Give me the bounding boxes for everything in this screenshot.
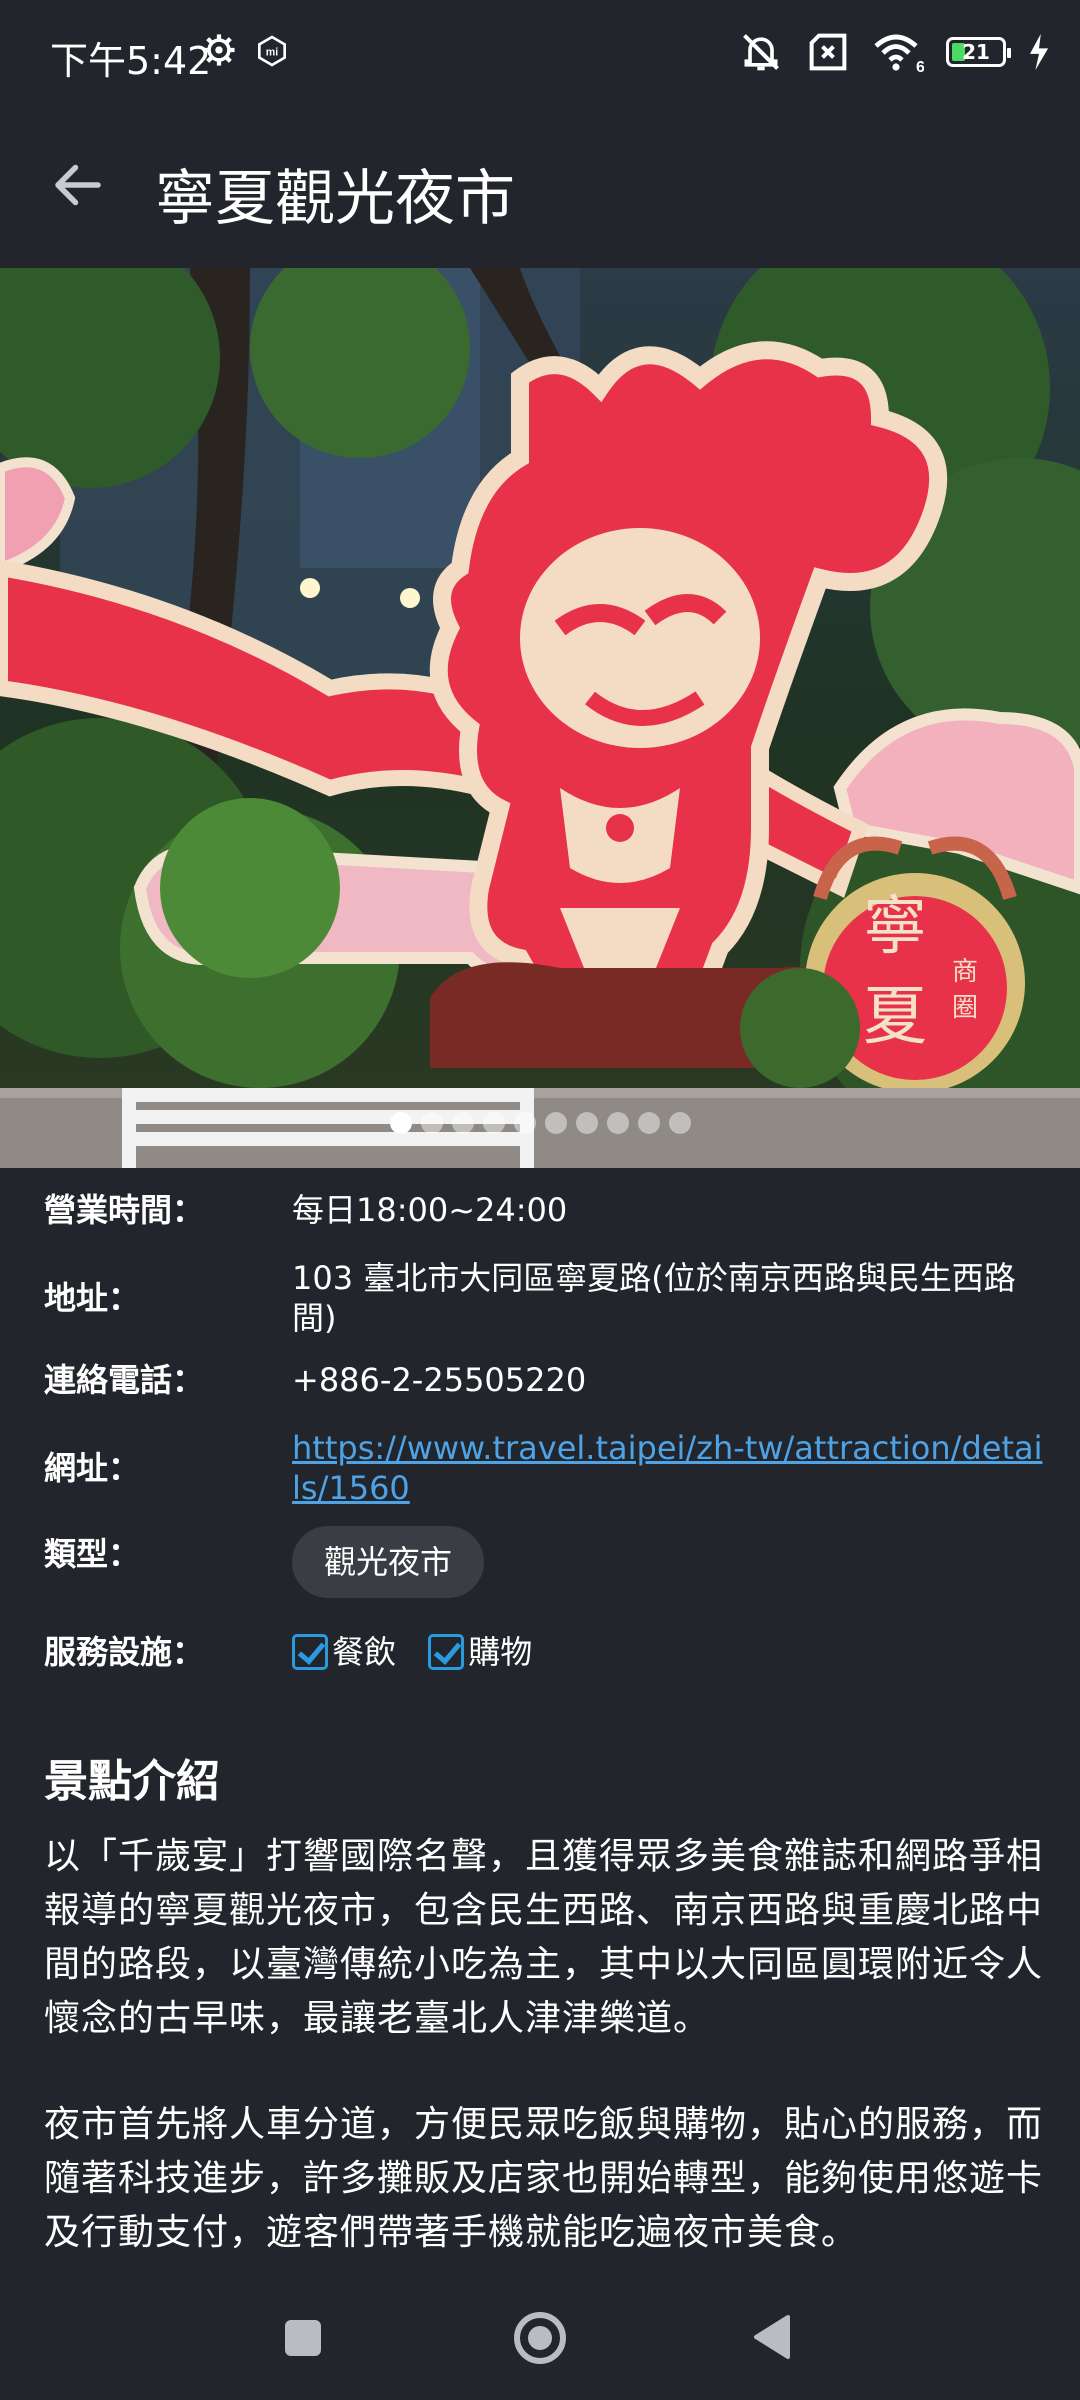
carousel-dot[interactable] bbox=[606, 1112, 629, 1134]
battery-level: 21 bbox=[962, 40, 990, 64]
hours-value: 每日18:00~24:00 bbox=[292, 1191, 568, 1229]
type-chip[interactable]: 觀光夜市 bbox=[292, 1526, 485, 1598]
address-label: 地址： bbox=[44, 1279, 141, 1317]
type-row: 類型： 觀光夜市 bbox=[44, 1526, 1044, 1598]
svg-text:6: 6 bbox=[916, 59, 924, 74]
phone-row: 連絡電話： +886-2-25505220 bbox=[44, 1360, 1044, 1400]
carousel-indicator bbox=[0, 1112, 1080, 1134]
phone-value[interactable]: +886-2-25505220 bbox=[292, 1360, 1044, 1400]
carousel-dot[interactable] bbox=[575, 1112, 598, 1134]
sign-character-1: 寧 bbox=[863, 890, 927, 964]
back-triangle-icon[interactable] bbox=[752, 2312, 792, 2362]
phone-label: 連絡電話： bbox=[44, 1361, 205, 1399]
service-shopping-label: 購物 bbox=[468, 1633, 533, 1671]
address-value[interactable]: 103 臺北市大同區寧夏路(位於南京西路與民生西路間) bbox=[292, 1258, 1044, 1338]
type-label: 類型： bbox=[44, 1535, 141, 1573]
carousel-dot[interactable] bbox=[513, 1112, 536, 1134]
intro-paragraph-1: 以「千歲宴」打響國際名聲，且獲得眾多美食雜誌和網路爭相報導的寧夏觀光夜市，包含民… bbox=[44, 1836, 1044, 2039]
recent-apps-button[interactable] bbox=[285, 2320, 321, 2356]
service-dining-checkbox[interactable]: 餐飲 bbox=[292, 1632, 396, 1672]
services-label: 服務設施： bbox=[44, 1633, 205, 1671]
status-bar: 下午5:42 mi 6 bbox=[0, 0, 1080, 108]
attraction-info: 營業時間： 每日18:00~24:00 地址： 103 臺北市大同區寧夏路(位於… bbox=[44, 1190, 1044, 1707]
sign-character-4: 圈 bbox=[952, 993, 978, 1023]
services-row: 服務設施： 餐飲 購物 bbox=[44, 1632, 1044, 1679]
charging-icon bbox=[1029, 33, 1049, 71]
url-label: 網址： bbox=[44, 1449, 141, 1487]
intro-title: 景點介紹 bbox=[44, 1756, 220, 1807]
hours-label: 營業時間： bbox=[44, 1191, 205, 1229]
hours-row: 營業時間： 每日18:00~24:00 bbox=[44, 1190, 1044, 1230]
svg-text:mi: mi bbox=[266, 47, 278, 59]
gear-icon bbox=[203, 34, 235, 66]
carousel-dot[interactable] bbox=[544, 1112, 567, 1134]
app-bar: 寧夏觀光夜市 bbox=[0, 108, 1080, 268]
home-button[interactable] bbox=[512, 2310, 568, 2366]
url-row: 網址： https://www.travel.taipei/zh-tw/attr… bbox=[44, 1428, 1044, 1508]
page-title: 寧夏觀光夜市 bbox=[155, 164, 515, 234]
hero-image-carousel[interactable]: 寧 夏 商 圈 bbox=[0, 268, 1080, 1168]
system-navigation-bar bbox=[0, 2270, 1080, 2400]
checkbox-checked-icon bbox=[428, 1634, 465, 1670]
battery-icon: 21 bbox=[946, 37, 1011, 67]
hero-image: 寧 夏 商 圈 bbox=[0, 268, 1080, 1168]
address-row: 地址： 103 臺北市大同區寧夏路(位於南京西路與民生西路間) bbox=[44, 1258, 1044, 1338]
sign-character-3: 商 bbox=[952, 957, 978, 987]
checkbox-checked-icon bbox=[292, 1634, 328, 1670]
service-dining-label: 餐飲 bbox=[332, 1633, 397, 1671]
status-time: 下午5:42 bbox=[50, 39, 212, 83]
carousel-dot[interactable] bbox=[451, 1112, 474, 1134]
carousel-dot[interactable] bbox=[637, 1112, 660, 1134]
website-link[interactable]: https://www.travel.taipei/zh-tw/attracti… bbox=[292, 1429, 1042, 1507]
carousel-dot[interactable] bbox=[389, 1112, 412, 1134]
mute-icon bbox=[743, 34, 779, 71]
carousel-dot[interactable] bbox=[420, 1112, 443, 1134]
sim-x-icon bbox=[809, 33, 847, 71]
sign-character-2: 夏 bbox=[863, 980, 927, 1054]
intro-paragraph-2: 夜市首先將人車分道，方便民眾吃飯與購物，貼心的服務，而隨著科技進步，許多攤販及店… bbox=[44, 2104, 1044, 2253]
wifi-6-icon: 6 bbox=[874, 34, 924, 74]
carousel-dot[interactable] bbox=[482, 1112, 505, 1134]
service-shopping-checkbox[interactable]: 購物 bbox=[428, 1632, 532, 1672]
arrow-left-icon[interactable] bbox=[48, 155, 108, 215]
carousel-dot[interactable] bbox=[668, 1112, 691, 1134]
mi-icon: mi bbox=[258, 35, 286, 67]
